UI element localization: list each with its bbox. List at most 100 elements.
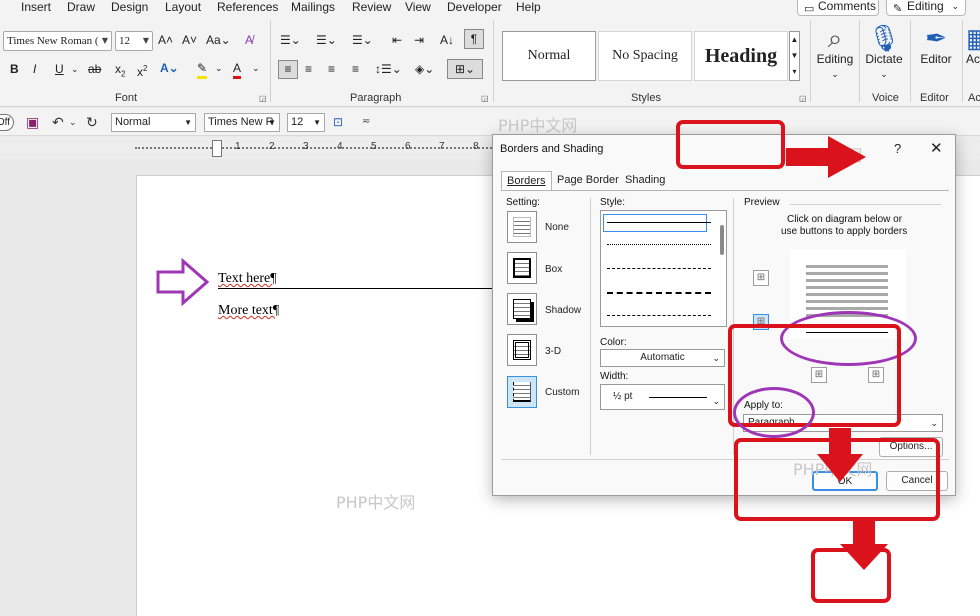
setting-3d-icon[interactable] [507,334,537,366]
show-formatting-marks-button[interactable]: ¶ [464,29,484,49]
setting-box-label[interactable]: Box [545,264,562,275]
setting-custom-icon[interactable] [507,376,537,408]
menu-insert[interactable]: Insert [21,0,51,14]
font-family-select[interactable]: Times New Roman (▼ [3,31,112,51]
styles-scroll[interactable]: ▲ ▼ ▾ [789,31,800,81]
ribbon-separator [859,20,860,102]
comments-button[interactable]: ▭ Comments [797,0,879,16]
indent-marker[interactable] [212,140,222,157]
menu-mailings[interactable]: Mailings [291,0,335,14]
style-no-spacing[interactable]: No Spacing [598,31,692,81]
editor-button[interactable]: ✒ Editor [916,24,956,66]
shrink-font-icon[interactable]: A˅ [182,32,197,48]
line-style-list[interactable] [600,210,727,327]
editing-button[interactable]: ⌕ Editing ⌄ [815,24,855,80]
chevron-down-icon: ⌄ [951,1,959,11]
style-row-dashed[interactable] [607,268,711,269]
setting-box-icon[interactable] [507,252,537,284]
help-button[interactable]: ? [894,141,901,156]
width-select[interactable]: ½ pt ⌄ [600,384,725,410]
style-list-scrollbar[interactable] [720,225,724,255]
bullets-icon[interactable]: ☰⌄ [280,32,301,48]
document-line-2[interactable]: More text¶ [218,303,279,319]
bold-button[interactable]: B [10,61,19,77]
increase-indent-icon[interactable]: ⇥ [414,32,424,48]
chevron-down-icon[interactable]: ⌄ [71,61,79,77]
setting-3d-label[interactable]: 3-D [545,346,561,357]
style-row-dotted[interactable] [607,244,711,245]
menu-layout[interactable]: Layout [165,0,201,14]
size-select[interactable]: 12 ▼ [287,113,325,132]
align-center-icon[interactable]: ≡ [305,61,312,77]
strikethrough-button[interactable]: ab [88,61,101,77]
redo-icon[interactable]: ↻ [86,115,98,129]
italic-button[interactable]: I [33,61,36,77]
tab-shading[interactable]: Shading [620,171,670,191]
setting-none-label[interactable]: None [545,222,569,233]
sort-icon[interactable]: A↓ [440,32,454,48]
arrow-right-annotation-icon [156,258,210,306]
menu-developer[interactable]: Developer [447,0,502,14]
subscript-button[interactable]: x2 [115,61,125,82]
change-case-icon[interactable]: Aa⌄ [206,32,231,48]
menu-design[interactable]: Design [111,0,148,14]
setting-shadow-icon[interactable] [507,293,537,325]
grow-font-icon[interactable]: A˄ [158,32,173,48]
highlight-icon[interactable]: ✎ [197,60,208,79]
top-border-button[interactable]: ⊞ [753,270,769,286]
font-color-icon[interactable]: A [233,60,242,79]
chevron-down-icon[interactable]: ⌄ [69,115,77,129]
style-row-solid[interactable] [607,222,711,223]
undo-icon[interactable]: ↶ [52,115,64,129]
font-dialog-launcher-icon[interactable]: ◲ [259,94,267,103]
clear-formatting-icon[interactable]: A̸ [245,32,253,48]
multilevel-list-icon[interactable]: ☰⌄ [352,32,373,48]
superscript-button[interactable]: x2 [137,61,147,80]
line-spacing-icon[interactable]: ↕☰⌄ [375,61,402,77]
font-size-select[interactable]: 12 ▼ [115,31,153,51]
borders-button[interactable]: ⊞⌄ [447,59,483,79]
style-select[interactable]: Normal ▼ [111,113,196,132]
document-line-1[interactable]: Text here¶ [218,271,277,287]
close-icon[interactable]: ✕ [930,139,943,157]
align-right-icon[interactable]: ≡ [328,61,335,77]
paragraph-dialog-launcher-icon[interactable]: ◲ [481,94,489,103]
style-row-dash-dot[interactable] [607,315,711,316]
menu-help[interactable]: Help [516,0,541,14]
editing-mode-button[interactable]: ✎ Editing ⌄ [886,0,966,16]
justify-icon[interactable]: ≡ [352,61,359,77]
style-heading[interactable]: Heading [694,31,788,81]
decrease-indent-icon[interactable]: ⇤ [392,32,402,48]
setting-custom-label[interactable]: Custom [545,387,579,398]
menu-view[interactable]: View [405,0,431,14]
tab-borders[interactable]: Borders [501,171,552,191]
add-in-button[interactable]: ▦ Ac [966,24,980,66]
customize-toolbar-icon[interactable]: ≂ [362,115,370,129]
text-effects-icon[interactable]: A⌄ [160,60,179,76]
align-left-button[interactable]: ≡ [278,60,298,79]
setting-shadow-label[interactable]: Shadow [545,305,581,316]
numbering-icon[interactable]: ☰⌄ [316,32,337,48]
style-normal[interactable]: Normal [502,31,596,81]
menu-review[interactable]: Review [352,0,391,14]
chevron-down-icon[interactable]: ⌄ [252,60,260,76]
autosave-toggle[interactable]: Off [0,114,14,131]
text-box-icon[interactable]: ⊡ [333,115,343,129]
selected-style-row[interactable] [603,214,707,232]
style-row-long-dash[interactable] [607,292,711,294]
preview-text-line [806,307,888,310]
ruler-number: 3 [303,141,309,152]
chevron-down-icon: ⌄ [930,418,938,428]
tab-page-border[interactable]: Page Border [552,171,624,191]
shading-icon[interactable]: ◈⌄ [415,61,434,77]
setting-none-icon[interactable] [507,211,537,243]
underline-button[interactable]: U [55,61,64,77]
font-select[interactable]: Times New R ▼ [204,113,280,132]
dictate-button[interactable]: 🎙 Dictate ⌄ [864,24,904,80]
save-icon[interactable]: ▣ [26,115,39,129]
menu-draw[interactable]: Draw [67,0,95,14]
color-select[interactable]: Automatic ⌄ [600,349,725,367]
styles-dialog-launcher-icon[interactable]: ◲ [799,94,807,103]
menu-references[interactable]: References [217,0,278,14]
chevron-down-icon[interactable]: ⌄ [215,60,223,76]
